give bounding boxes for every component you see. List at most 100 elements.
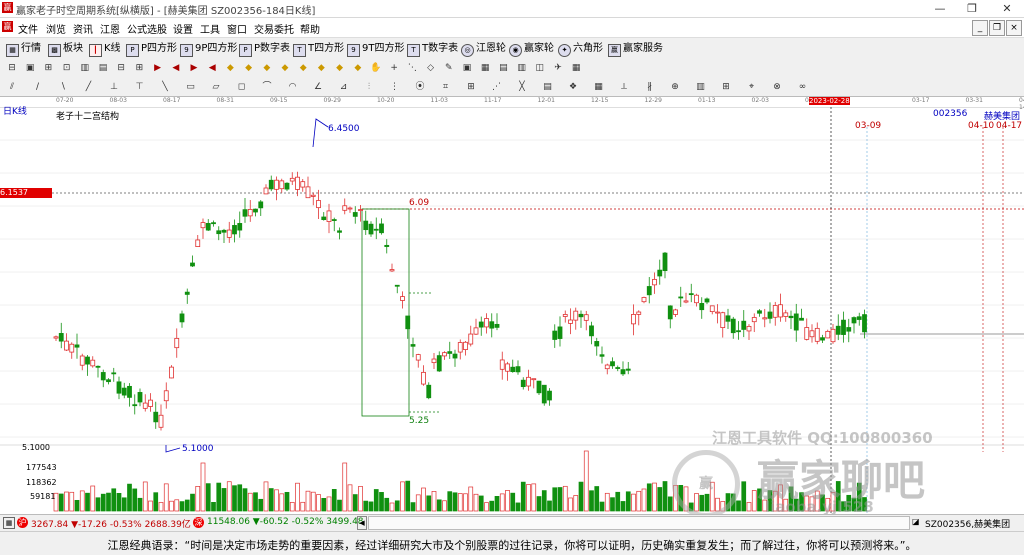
draw-tool-icon[interactable]: ⊟	[115, 62, 127, 74]
chart-tool-icon[interactable]: ▥	[695, 81, 707, 93]
draw-tool-icon[interactable]: ▶	[152, 62, 164, 74]
chart-tool-icon[interactable]: ∞	[797, 81, 809, 93]
draw-tool-icon[interactable]: ◆	[261, 62, 273, 74]
minimize-button[interactable]: —	[926, 0, 954, 17]
menu-gann[interactable]: 江恩	[100, 21, 120, 36]
toolbar-9p-square-button[interactable]: 9 9P四方形	[180, 41, 237, 57]
toolbar-winner-wheel-button[interactable]: ◉ 赢家轮	[509, 41, 554, 57]
chart-tool-icon[interactable]: ▤	[542, 81, 554, 93]
toolbar-kline-button[interactable]: ┃ K线	[89, 41, 121, 57]
toolbar-p-square-button[interactable]: P P四方形	[126, 41, 177, 57]
menu-info[interactable]: 资讯	[73, 21, 93, 36]
menu-trade[interactable]: 交易委托	[254, 21, 294, 36]
toolbar-9t-square-button[interactable]: 9 9T四方形	[347, 41, 404, 57]
chart-tool-icon[interactable]: ╳	[516, 81, 528, 93]
menu-formula[interactable]: 公式选股	[127, 21, 167, 36]
menu-tools[interactable]: 工具	[200, 21, 220, 36]
grid-icon[interactable]: ▦	[3, 517, 15, 529]
chart-tool-icon[interactable]: ∦	[644, 81, 656, 93]
chart-tool-icon[interactable]: ⊞	[720, 81, 732, 93]
draw-tool-icon[interactable]: ⊞	[133, 62, 145, 74]
draw-tool-icon[interactable]: ▤	[97, 62, 109, 74]
draw-tool-icon[interactable]: ◀	[170, 62, 182, 74]
chart-tool-icon[interactable]: ∕	[32, 81, 44, 93]
draw-tool-icon[interactable]: ◆	[243, 62, 255, 74]
toolbar-sectors-button[interactable]: ▩ 板块	[48, 41, 83, 57]
draw-tool-icon[interactable]: ✈	[552, 62, 564, 74]
chart-tool-icon[interactable]: ╲	[159, 81, 171, 93]
chart-tool-icon[interactable]: ⌖	[746, 81, 758, 93]
chart-tool-icon[interactable]: ∠	[312, 81, 324, 93]
draw-tool-icon[interactable]: ▣	[461, 62, 473, 74]
toolbar-hexagon-button[interactable]: ✦ 六角形	[558, 41, 603, 57]
menu-browse[interactable]: 浏览	[46, 21, 66, 36]
draw-tool-icon[interactable]: ◀	[206, 62, 218, 74]
draw-tool-icon[interactable]: ▣	[24, 62, 36, 74]
menu-help[interactable]: 帮助	[300, 21, 320, 36]
draw-tool-icon[interactable]: ◆	[224, 62, 236, 74]
draw-tool-icon[interactable]: ◆	[297, 62, 309, 74]
chart-tool-icon[interactable]: ⫽	[6, 81, 18, 93]
chart-tool-icon[interactable]: ╱	[83, 81, 95, 93]
draw-tool-icon[interactable]: ◇	[425, 62, 437, 74]
chart-tool-icon[interactable]: ⊗	[771, 81, 783, 93]
chart-tool-icon[interactable]: ⦿	[414, 81, 426, 93]
toolbar-t-table-button[interactable]: T T数字表	[407, 41, 458, 57]
chart-tool-icon[interactable]: ⊥	[108, 81, 120, 93]
chart-tool-icon[interactable]: ◠	[287, 81, 299, 93]
candle-body	[263, 187, 269, 195]
menu-window[interactable]: 窗口	[227, 21, 247, 36]
chart-tool-icon[interactable]: ⌒	[261, 81, 273, 93]
draw-tool-icon[interactable]: ▥	[79, 62, 91, 74]
chart-tool-icon[interactable]: ⋰	[491, 81, 503, 93]
draw-tool-icon[interactable]: ⊟	[6, 62, 18, 74]
draw-tool-icon[interactable]: ⋱	[406, 62, 418, 74]
draw-tool-icon[interactable]: ▥	[516, 62, 528, 74]
toolbar-quotes-button[interactable]: ▦ 行情	[6, 41, 41, 57]
chart-tool-icon[interactable]: ⌗	[440, 81, 452, 93]
draw-tool-icon[interactable]: ⊞	[42, 62, 54, 74]
chart-tool-icon[interactable]: ▦	[593, 81, 605, 93]
draw-tool-icon[interactable]: ▤	[497, 62, 509, 74]
draw-tool-icon[interactable]: ⊡	[61, 62, 73, 74]
close-button[interactable]: ✕	[990, 0, 1024, 17]
draw-tool-icon[interactable]: ◆	[315, 62, 327, 74]
chart-tool-icon[interactable]: ⊞	[465, 81, 477, 93]
menu-file[interactable]: 文件	[18, 21, 38, 36]
sz-index-quote[interactable]: 11548.06 ▼-60.52 -0.52% 3499.48	[207, 517, 364, 527]
scroll-left-button[interactable]: ◀	[357, 516, 367, 530]
draw-tool-icon[interactable]: ◆	[334, 62, 346, 74]
draw-tool-icon[interactable]: ◆	[279, 62, 291, 74]
draw-tool-icon[interactable]: ✋	[370, 62, 382, 74]
menu-settings[interactable]: 设置	[173, 21, 193, 36]
draw-tool-icon[interactable]: ▦	[479, 62, 491, 74]
chart-tool-icon[interactable]: ❖	[567, 81, 579, 93]
draw-tool-icon[interactable]: ▦	[570, 62, 582, 74]
mdi-close-button[interactable]: ×	[1006, 20, 1022, 36]
chart-tool-icon[interactable]: ⊿	[338, 81, 350, 93]
chart-tool-icon[interactable]: ∖	[57, 81, 69, 93]
kline-chart-area[interactable]: 日K线 老子十二宫结构 002356 赫美集团 6.1537 6.4500 5.…	[0, 107, 1024, 518]
chart-tool-icon[interactable]: ⊕	[669, 81, 681, 93]
mdi-minimize-button[interactable]: _	[972, 20, 988, 36]
draw-tool-icon[interactable]: ◆	[352, 62, 364, 74]
draw-tool-icon[interactable]: ▶	[188, 62, 200, 74]
draw-tool-icon[interactable]: +	[388, 62, 400, 74]
chart-tool-icon[interactable]: ◻	[236, 81, 248, 93]
sh-index-quote[interactable]: 3267.84 ▼-17.26 -0.53% 2688.39亿	[31, 517, 191, 530]
toolbar-service-button[interactable]: 赢赢家服务	[608, 41, 663, 57]
chart-tool-icon[interactable]: ⋮	[389, 81, 401, 93]
chart-tool-icon[interactable]: ⊤	[134, 81, 146, 93]
mdi-restore-button[interactable]: ❐	[989, 20, 1005, 36]
chart-tool-icon[interactable]: ⫶	[363, 81, 375, 93]
toolbar-gann-wheel-button[interactable]: ◎ 江恩轮	[461, 41, 506, 57]
stock-scroller[interactable]	[368, 516, 910, 530]
draw-tool-icon[interactable]: ◫	[534, 62, 546, 74]
chart-tool-icon[interactable]: ▭	[185, 81, 197, 93]
chart-tool-icon[interactable]: ⟂	[618, 81, 630, 93]
toolbar-t-square-button[interactable]: T T四方形	[293, 41, 344, 57]
toolbar-p-table-button[interactable]: P P数字表	[239, 41, 290, 57]
chart-tool-icon[interactable]: ▱	[210, 81, 222, 93]
draw-tool-icon[interactable]: ✎	[443, 62, 455, 74]
maximize-button[interactable]: ❐	[958, 0, 986, 17]
